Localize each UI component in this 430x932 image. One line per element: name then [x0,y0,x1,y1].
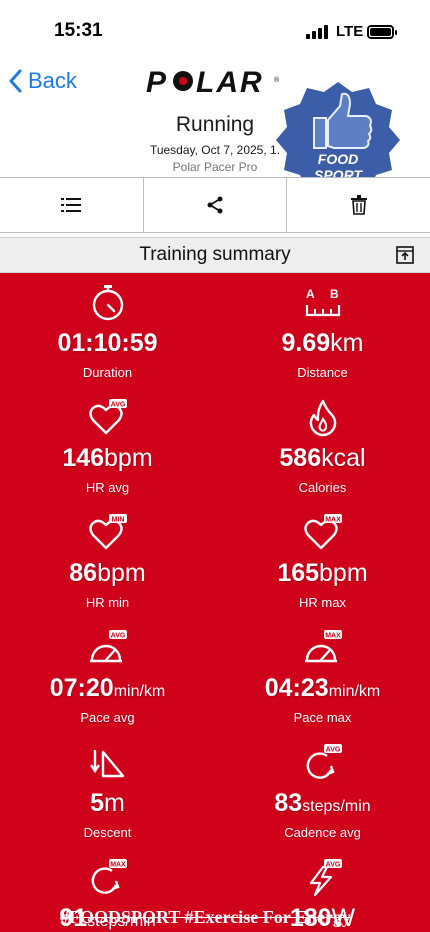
pace-max-label: Pace max [293,710,352,725]
metric-distance: AB 9.69km Distance [215,273,430,388]
hr-max-value: 165 [277,559,320,587]
duration-value: 01:10:59 [57,329,158,357]
gauge-max-icon: MAX [215,628,430,668]
distance-ab-icon: AB [215,283,430,323]
metric-pace-max: MAX 04:23min/km Pace max [215,618,430,733]
metric-descent: 5m Descent [0,733,215,848]
list-icon [61,198,82,212]
cadence-avg-icon: AVG [215,743,430,783]
hr-max-unit: bpm [319,559,368,587]
metric-pace-avg: AVG 07:20min/km Pace avg [0,618,215,733]
descent-icon [0,743,215,783]
svg-text:AVG: AVG [325,862,340,869]
calories-unit: kcal [321,444,366,472]
network-label: LTE [336,23,364,40]
svg-text:MIN: MIN [111,517,124,524]
list-view-button[interactable] [0,178,144,232]
training-summary-header[interactable]: Training summary [0,237,430,273]
trash-icon [350,195,367,215]
metric-duration: 01:10:59 Duration [0,273,215,388]
distance-unit: km [330,329,364,357]
svg-text:AVG: AVG [110,633,125,640]
share-icon [207,196,223,214]
heart-min-icon: MIN [0,513,215,553]
pace-max-value: 04:23 [264,674,329,702]
badge-line1: FOOD [318,151,358,167]
metric-calories: 586kcal Calories [215,388,430,503]
delete-button[interactable] [287,178,430,232]
toolbar [0,177,430,233]
power-avg-icon: AVG [215,858,430,898]
polar-logo: P LAR ® [146,66,284,101]
svg-text:AVG: AVG [325,747,340,754]
status-bar: 15:31 LTE [0,0,430,58]
stopwatch-icon [0,283,215,323]
back-button[interactable]: Back [8,66,77,96]
svg-text:MAX: MAX [110,862,126,869]
metric-cadence-avg: AVG 83steps/min Cadence avg [215,733,430,848]
foodsport-hashtag-overlay: #FOODSPORT #Exercise For Energy [60,907,351,927]
hr-min-label: HR min [85,595,130,610]
duration-label: Duration [82,365,133,380]
pace-avg-label: Pace avg [80,710,135,725]
metric-hr-min: MIN 86bpm HR min [0,503,215,618]
heart-max-icon: MAX [215,513,430,553]
descent-unit: m [104,789,125,817]
svg-text:MAX: MAX [325,633,341,640]
descent-value: 5 [90,789,105,817]
cadence-max-icon: MAX [0,858,215,898]
hr-avg-label: HR avg [85,480,130,495]
flame-icon [215,398,430,438]
distance-value: 9.69 [281,329,331,357]
svg-text:P: P [146,68,168,96]
pace-max-unit: min/km [328,683,381,700]
distance-label: Distance [297,365,348,380]
cadence-avg-unit: steps/min [302,798,371,815]
svg-text:A: A [306,287,315,301]
pace-avg-value: 07:20 [49,674,114,702]
hr-max-label: HR max [299,595,346,610]
export-icon[interactable] [396,246,414,264]
chevron-left-icon [9,69,22,93]
back-label: Back [28,68,77,93]
battery-icon [367,25,397,39]
svg-text:MAX: MAX [325,517,341,524]
cadence-avg-value: 83 [274,789,303,817]
heart-avg-icon: AVG [0,398,215,438]
metrics-grid: 01:10:59 Duration AB 9.69km Distance AVG… [0,273,430,932]
svg-text:LAR: LAR [196,68,264,96]
calories-label: Calories [298,480,347,495]
cadence-avg-label: Cadence avg [284,825,361,840]
svg-text:AVG: AVG [110,402,125,409]
metric-hr-max: MAX 165bpm HR max [215,503,430,618]
hr-min-unit: bpm [97,559,146,587]
descent-label: Descent [83,825,132,840]
metric-hr-avg: AVG 146bpm HR avg [0,388,215,503]
svg-text:B: B [330,287,339,301]
training-summary-title: Training summary [139,244,291,265]
gauge-avg-icon: AVG [0,628,215,668]
hr-min-value: 86 [69,559,98,587]
pace-avg-unit: min/km [113,683,166,700]
hr-avg-unit: bpm [104,444,153,472]
calories-value: 586 [279,444,322,472]
status-time: 15:31 [54,20,103,41]
hr-avg-value: 146 [62,444,105,472]
share-button[interactable] [144,178,288,232]
signal-icon [306,25,328,39]
